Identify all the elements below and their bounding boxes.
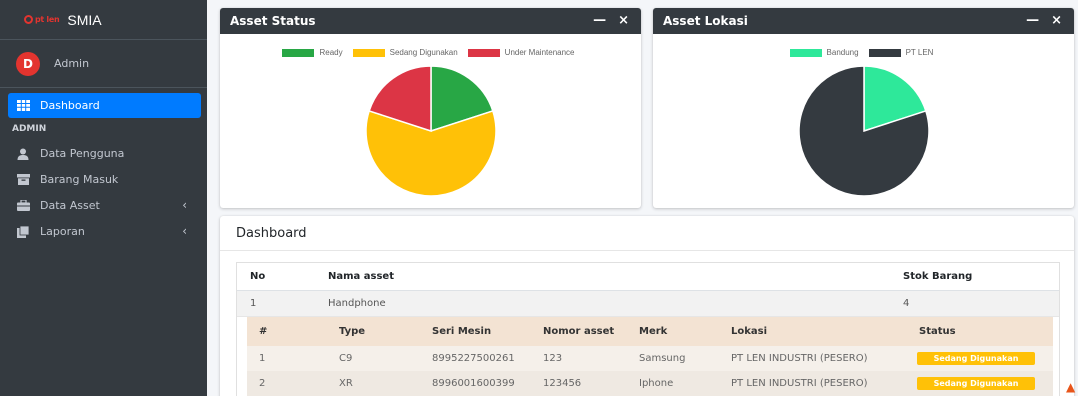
book-icon — [16, 225, 30, 238]
legend-item[interactable]: Ready — [282, 48, 343, 57]
sidebar-item-label: Laporan — [40, 225, 85, 238]
column-header: Lokasi — [731, 326, 768, 337]
legend-item[interactable]: Sedang Digunakan — [352, 48, 458, 57]
brand-logo: pt len — [24, 15, 60, 24]
card-title: Asset Status — [230, 14, 316, 28]
chart-legend: Bandung PT LEN — [653, 48, 1074, 57]
cell-idx: 1 — [259, 353, 266, 364]
cell-nomor: 123456 — [543, 378, 582, 389]
sidebar-item-barang-masuk[interactable]: Barang Masuk — [8, 167, 201, 192]
cell-seri: 8995227500261 — [432, 353, 515, 364]
status-badge: Sedang Digunakan — [917, 352, 1035, 365]
lokasi-pie-chart — [798, 65, 930, 197]
legend-item[interactable]: Under Maintenance — [467, 48, 575, 57]
column-header: No — [250, 271, 266, 282]
status-pie-chart — [365, 65, 497, 197]
sidebar-item-data-pengguna[interactable]: Data Pengguna — [8, 141, 201, 166]
column-header: Nomor asset — [543, 326, 615, 337]
chevron-left-icon[interactable]: ‹ — [182, 198, 187, 212]
sidebar-section-header: ADMIN — [12, 124, 47, 134]
user-panel[interactable]: D Admin — [0, 40, 207, 88]
fire-icon[interactable]: ▲ — [1066, 380, 1075, 394]
brand[interactable]: pt len SMIA — [0, 0, 207, 40]
cell-merk: Iphone — [639, 378, 674, 389]
chevron-left-icon[interactable]: ‹ — [182, 224, 187, 238]
column-header: Merk — [639, 326, 668, 337]
card-title: Asset Lokasi — [663, 14, 748, 28]
legend-item[interactable]: Bandung — [789, 48, 859, 57]
avatar: D — [16, 51, 40, 76]
status-badge: Sedang Digunakan — [917, 377, 1035, 390]
cell-stok: 4 — [903, 298, 910, 309]
close-icon[interactable]: × — [618, 13, 629, 28]
column-header: Nama asset — [328, 271, 394, 282]
cell-merk: Samsung — [639, 353, 686, 364]
asset-lokasi-card: Asset Lokasi — × Bandung PT LEN — [653, 8, 1074, 208]
cell-idx: 2 — [259, 378, 266, 389]
cell-type: C9 — [339, 353, 353, 364]
card-header: Asset Status — × — [220, 8, 641, 34]
page-title: Dashboard — [236, 226, 307, 241]
table-row[interactable]: 1 C9 8995227500261 123 Samsung PT LEN IN… — [247, 346, 1053, 371]
dashboard-card: Dashboard No Nama asset Stok Barang 1 Ha… — [220, 216, 1074, 396]
minimize-icon[interactable]: — — [1026, 13, 1039, 28]
minimize-icon[interactable]: — — [593, 13, 606, 28]
asset-table: No Nama asset Stok Barang 1 Handphone 4 … — [236, 262, 1060, 396]
sidebar-item-label: Dashboard — [40, 99, 100, 112]
asset-status-card: Asset Status — × Ready Sedang Digunakan … — [220, 8, 641, 208]
cell-nomor: 123 — [543, 353, 563, 364]
detail-table: # Type Seri Mesin Nomor asset Merk Lokas… — [247, 317, 1053, 396]
column-header: Stok Barang — [903, 271, 973, 282]
table-icon — [16, 100, 30, 112]
cell-lokasi: PT LEN INDUSTRI (PESERO) — [731, 353, 868, 364]
user-icon — [16, 148, 30, 160]
sidebar-item-label: Barang Masuk — [40, 173, 119, 186]
cell-no: 1 — [250, 298, 257, 309]
box-icon — [16, 174, 30, 186]
user-name: Admin — [54, 57, 90, 70]
cell-seri: 8996001600399 — [432, 378, 515, 389]
sidebar-item-data-asset[interactable]: Data Asset ‹ — [8, 193, 201, 218]
sidebar-item-laporan[interactable]: Laporan ‹ — [8, 219, 201, 244]
table-header: No Nama asset Stok Barang — [237, 263, 1059, 291]
table-row[interactable]: 2 XR 8996001600399 123456 Iphone PT LEN … — [247, 371, 1053, 396]
cell-lokasi: PT LEN INDUSTRI (PESERO) — [731, 378, 868, 389]
cell-type: XR — [339, 378, 353, 389]
legend-item[interactable]: PT LEN — [868, 48, 933, 57]
sidebar-item-dashboard[interactable]: Dashboard — [8, 93, 201, 118]
column-header: Type — [339, 326, 366, 337]
close-icon[interactable]: × — [1051, 13, 1062, 28]
sidebar: pt len SMIA D Admin Dashboard ADMIN Data… — [0, 0, 207, 396]
table-row[interactable]: 1 Handphone 4 — [237, 291, 1059, 317]
sidebar-item-label: Data Pengguna — [40, 147, 125, 160]
chart-legend: Ready Sedang Digunakan Under Maintenance — [220, 48, 641, 57]
column-header: # — [259, 326, 268, 337]
briefcase-icon — [16, 200, 30, 212]
cell-nama: Handphone — [328, 298, 386, 309]
sidebar-item-label: Data Asset — [40, 199, 100, 212]
card-header: Asset Lokasi — × — [653, 8, 1074, 34]
brand-name: SMIA — [67, 11, 102, 28]
detail-table-header: # Type Seri Mesin Nomor asset Merk Lokas… — [247, 317, 1053, 346]
column-header: Seri Mesin — [432, 326, 492, 337]
column-header: Status — [919, 326, 956, 337]
